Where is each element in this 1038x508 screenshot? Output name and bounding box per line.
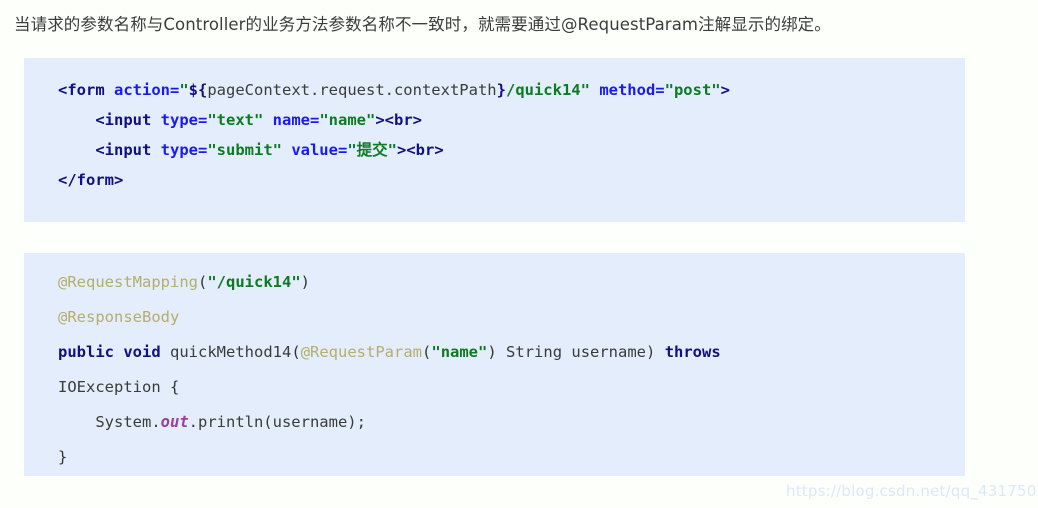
token-field-out: out [160, 413, 189, 431]
code-line: </form> [24, 165, 965, 195]
token-type-value: "submit" [207, 141, 282, 159]
code-block-html-form: <form action="${pageContext.request.cont… [24, 58, 965, 222]
code-line: IOException { [24, 370, 965, 405]
token-el-open: ${ [188, 81, 208, 99]
watermark-url: https://blog.csdn.net/qq_43175022 [786, 482, 1038, 500]
token-tag-close: > [375, 111, 385, 129]
token-paren-open: ( [291, 343, 301, 361]
code-line: } [24, 440, 965, 475]
token-attr-name: name= [263, 111, 320, 129]
token-tag-form-close: </form> [58, 171, 124, 189]
token-attr-action: action= [104, 81, 180, 99]
code-block-java-controller: @RequestMapping("/quick14") @ResponseBod… [24, 253, 965, 476]
token-annotation-requestparam: @RequestParam [300, 343, 423, 361]
token-method-name: quickMethod14 [170, 343, 292, 361]
token-quote-open: " [179, 81, 189, 99]
token-attr-value: value= [281, 141, 348, 159]
token-paren-close: ) [300, 273, 310, 291]
token-receiver-system: System. [95, 413, 161, 431]
code-line: <input type="text" name="name"><br> [24, 105, 965, 135]
token-exception-type: IOException [58, 378, 161, 396]
code-line: <input type="submit" value="提交"><br> [24, 135, 965, 165]
token-tag-close: > [396, 141, 407, 159]
code-line: public void quickMethod14(@RequestParam(… [24, 335, 965, 370]
token-tag-input-open: <input [95, 141, 152, 159]
token-brace-close: } [58, 448, 68, 466]
code-line: @ResponseBody [24, 300, 965, 335]
code-line: <form action="${pageContext.request.cont… [24, 75, 965, 105]
token-action-path: /quick14" [505, 81, 590, 99]
token-el-close: } [496, 81, 506, 99]
token-tag-br: <br> [406, 141, 444, 159]
token-method-println: .println(username); [188, 413, 366, 431]
token-paren-open: ( [197, 273, 208, 291]
token-name-value: "name" [319, 111, 376, 129]
token-brace-open: { [170, 378, 180, 396]
token-tag-form-open: <form [58, 81, 105, 99]
token-type-value: "text" [207, 111, 264, 129]
token-param-declaration: String username) [496, 343, 656, 361]
token-keyword-void: void [123, 343, 161, 361]
token-annotation-requestmapping: @RequestMapping [58, 273, 198, 291]
token-attr-type: type= [151, 111, 208, 129]
token-annotation-responsebody: @ResponseBody [58, 308, 180, 326]
token-paren-close: ) [487, 343, 497, 361]
token-mapping-value: "/quick14" [207, 273, 301, 291]
token-tag-close: > [720, 81, 730, 99]
intro-paragraph: 当请求的参数名称与Controller的业务方法参数名称不一致时，就需要通过@R… [14, 15, 831, 34]
token-tag-br: <br> [384, 111, 422, 129]
code-line: @RequestMapping("/quick14") [24, 265, 965, 300]
token-tag-input-open: <input [95, 111, 152, 129]
token-attr-method: method= [589, 81, 665, 99]
token-keyword-public: public [58, 343, 114, 361]
token-method-value: "post" [664, 81, 721, 99]
token-keyword-throws: throws [664, 343, 721, 361]
token-submit-value: "提交" [347, 141, 397, 159]
token-el-expression: pageContext.request.contextPath [207, 81, 497, 99]
token-attr-type: type= [151, 141, 208, 159]
code-line: System.out.println(username); [24, 405, 965, 440]
token-param-value: "name" [431, 343, 488, 361]
token-paren-open: ( [422, 343, 432, 361]
